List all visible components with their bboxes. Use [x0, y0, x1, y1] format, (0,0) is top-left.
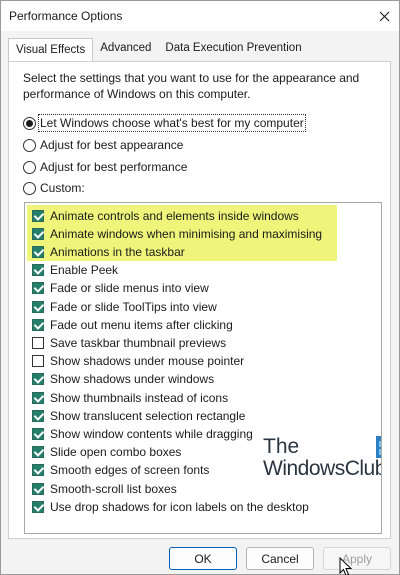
tab-data-execution-prevention[interactable]: Data Execution Prevention	[158, 37, 308, 61]
option-label: Smooth-scroll list boxes	[50, 481, 177, 496]
option-label: Animations in the taskbar	[50, 244, 185, 259]
tab-visual-effects[interactable]: Visual Effects	[8, 38, 94, 62]
window-title: Performance Options	[9, 9, 123, 23]
watermark: The WindowsClub	[263, 435, 382, 495]
visual-effects-list[interactable]: Animate controls and elements inside win…	[24, 202, 382, 534]
list-item[interactable]: Animations in the taskbar	[32, 243, 185, 260]
checkbox[interactable]	[32, 391, 44, 404]
mouse-pointer-icon	[339, 557, 353, 575]
checkbox[interactable]	[32, 409, 44, 422]
close-icon	[379, 11, 389, 21]
description-text: Select the settings that you want to use…	[23, 71, 360, 101]
apply-button[interactable]: Apply	[323, 547, 391, 570]
radio-best-appearance[interactable]: Adjust for best appearance	[23, 136, 183, 154]
list-item[interactable]: Animate windows when minimising and maxi…	[32, 225, 322, 242]
list-item[interactable]: Slide open combo boxes	[32, 444, 181, 461]
option-label: Show shadows under mouse pointer	[50, 354, 245, 369]
windowsclub-logo-icon	[376, 436, 381, 458]
checkbox[interactable]	[32, 464, 44, 477]
option-label: Smooth edges of screen fonts	[50, 463, 210, 478]
radio-let-windows-choose[interactable]: Let Windows choose what's best for my co…	[23, 114, 306, 132]
checkbox[interactable]	[32, 227, 44, 240]
radio-custom[interactable]: Custom:	[23, 179, 85, 197]
list-item[interactable]: Animate controls and elements inside win…	[32, 207, 299, 224]
option-label: Slide open combo boxes	[50, 445, 182, 460]
radio-label: Let Windows choose what's best for my co…	[38, 114, 306, 132]
option-label: Show shadows under windows	[50, 372, 215, 387]
list-item[interactable]: Smooth edges of screen fonts	[32, 462, 209, 479]
list-item[interactable]: Save taskbar thumbnail previews	[32, 334, 226, 351]
checkbox[interactable]	[32, 500, 44, 513]
tab-advanced[interactable]: Advanced	[93, 37, 158, 61]
checkbox[interactable]	[32, 446, 44, 459]
list-item[interactable]: Fade out menu items after clicking	[32, 316, 233, 333]
checkbox[interactable]	[32, 355, 44, 368]
option-label: Enable Peek	[50, 263, 119, 278]
list-item[interactable]: Smooth-scroll list boxes	[32, 480, 177, 497]
radio-label: Custom:	[40, 181, 85, 195]
radio-label: Adjust for best performance	[40, 160, 188, 174]
checkbox[interactable]	[32, 282, 44, 295]
list-item[interactable]: Fade or slide menus into view	[32, 280, 209, 297]
checkbox[interactable]	[32, 336, 44, 349]
checkbox[interactable]	[32, 427, 44, 440]
radio-button[interactable]	[23, 160, 36, 174]
checkbox[interactable]	[32, 318, 44, 331]
option-label: Animate windows when minimising and maxi…	[50, 226, 323, 241]
option-label: Save taskbar thumbnail previews	[50, 335, 227, 350]
list-item[interactable]: Use drop shadows for icon labels on the …	[32, 498, 309, 515]
tab-strip: Visual Effects Advanced Data Execution P…	[8, 37, 309, 62]
checkbox[interactable]	[32, 373, 44, 386]
radio-button[interactable]	[23, 116, 36, 130]
radio-label: Adjust for best appearance	[40, 138, 184, 152]
list-item[interactable]: Show shadows under windows	[32, 371, 214, 388]
checkbox[interactable]	[32, 482, 44, 495]
option-label: Show window contents while dragging	[50, 426, 253, 441]
performance-options-window: Performance Options Visual Effects Advan…	[0, 0, 400, 575]
watermark-line2: WindowsClub	[263, 457, 382, 480]
radio-best-performance[interactable]: Adjust for best performance	[23, 158, 187, 176]
radio-button[interactable]	[23, 181, 36, 195]
option-label: Fade out menu items after clicking	[50, 317, 233, 332]
list-item[interactable]: Show window contents while dragging	[32, 425, 253, 442]
cancel-button[interactable]: Cancel	[246, 547, 314, 570]
checkbox[interactable]	[32, 209, 44, 222]
list-item[interactable]: Enable Peek	[32, 262, 118, 279]
close-button[interactable]	[369, 1, 399, 31]
checkbox[interactable]	[32, 264, 44, 277]
list-item[interactable]: Show shadows under mouse pointer	[32, 353, 244, 370]
radio-button[interactable]	[23, 138, 36, 152]
option-label: Fade or slide menus into view	[50, 281, 209, 296]
list-item[interactable]: Show translucent selection rectangle	[32, 407, 245, 424]
list-item[interactable]: Show thumbnails instead of icons	[32, 389, 228, 406]
option-label: Show translucent selection rectangle	[50, 408, 246, 423]
option-label: Fade or slide ToolTips into view	[50, 299, 217, 314]
option-label: Animate controls and elements inside win…	[50, 208, 299, 223]
list-item[interactable]: Fade or slide ToolTips into view	[32, 298, 217, 315]
checkbox[interactable]	[32, 245, 44, 258]
checkbox[interactable]	[32, 300, 44, 313]
option-label: Show thumbnails instead of icons	[50, 390, 229, 405]
watermark-line1: The	[263, 435, 300, 458]
option-label: Use drop shadows for icon labels on the …	[50, 499, 309, 514]
ok-button[interactable]: OK	[169, 547, 237, 570]
visual-effects-panel: Select the settings that you want to use…	[8, 61, 391, 539]
title-bar: Performance Options	[1, 1, 399, 31]
